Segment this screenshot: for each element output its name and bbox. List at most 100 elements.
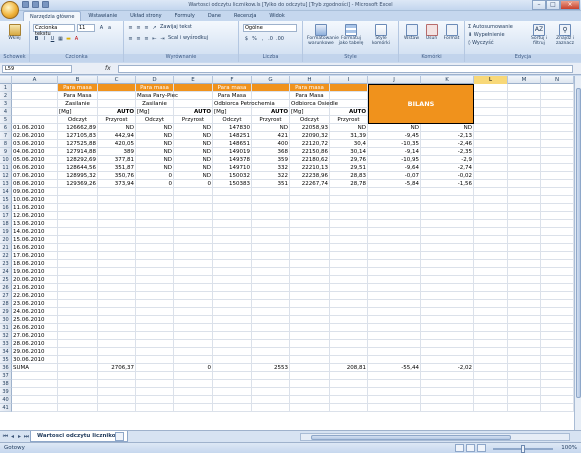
- cell-n4[interactable]: [541, 108, 574, 116]
- cell-a11[interactable]: 06.06.2010: [12, 164, 58, 172]
- cell-m11[interactable]: [508, 164, 541, 172]
- cell-e16[interactable]: [174, 204, 213, 212]
- column-header-a[interactable]: A: [12, 76, 58, 84]
- cell-h36[interactable]: [290, 364, 330, 372]
- font-size-select[interactable]: 11: [77, 24, 95, 32]
- cell-k36[interactable]: -2,02: [421, 364, 474, 372]
- tab-formulas[interactable]: Formuły: [169, 11, 201, 21]
- column-header-k[interactable]: K: [421, 76, 474, 84]
- cell-i6[interactable]: ND: [330, 124, 368, 132]
- cell-n28[interactable]: [541, 300, 574, 308]
- row-header[interactable]: 36: [0, 364, 12, 372]
- cell-l5[interactable]: [474, 116, 508, 124]
- cell-d16[interactable]: [136, 204, 174, 212]
- wrap-text-button[interactable]: Zawijaj tekst: [160, 24, 192, 30]
- cell-c2[interactable]: [98, 92, 136, 100]
- cell-k39[interactable]: [421, 388, 474, 396]
- cell-h15[interactable]: [290, 196, 330, 204]
- cell-i1[interactable]: [330, 84, 368, 92]
- cell-d34[interactable]: [136, 348, 174, 356]
- cell-j34[interactable]: [368, 348, 421, 356]
- cell-m15[interactable]: [508, 196, 541, 204]
- cell-e12[interactable]: ND: [174, 172, 213, 180]
- cell-l41[interactable]: [474, 404, 508, 412]
- cell-l22[interactable]: [474, 252, 508, 260]
- tab-home[interactable]: Narzędzia główne: [23, 11, 82, 21]
- find-select-button[interactable]: ⚲ Znajdź i zaznacz: [553, 23, 577, 46]
- cell-j38[interactable]: [368, 380, 421, 388]
- cell-e35[interactable]: [174, 356, 213, 364]
- cell-m6[interactable]: [508, 124, 541, 132]
- cell-h32[interactable]: [290, 332, 330, 340]
- paste-button[interactable]: Wklej: [2, 36, 27, 41]
- cell-k30[interactable]: [421, 316, 474, 324]
- cell-k12[interactable]: -0,02: [421, 172, 474, 180]
- row-header[interactable]: 41: [0, 404, 12, 412]
- cell-j11[interactable]: -9,64: [368, 164, 421, 172]
- cell-h19[interactable]: [290, 228, 330, 236]
- cell-f10[interactable]: 149378: [213, 156, 252, 164]
- cell-j26[interactable]: [368, 284, 421, 292]
- cell-a18[interactable]: 13.06.2010: [12, 220, 58, 228]
- row-header[interactable]: 19: [0, 228, 12, 236]
- cell-l16[interactable]: [474, 204, 508, 212]
- cell-n25[interactable]: [541, 276, 574, 284]
- cell-m23[interactable]: [508, 260, 541, 268]
- autosum-button[interactable]: Σ Autosumowanie: [468, 23, 513, 31]
- cell-l2[interactable]: [474, 92, 508, 100]
- cell-m40[interactable]: [508, 396, 541, 404]
- cell-e28[interactable]: [174, 300, 213, 308]
- column-header-g[interactable]: G: [252, 76, 290, 84]
- cell-m24[interactable]: [508, 268, 541, 276]
- cell-m33[interactable]: [508, 340, 541, 348]
- cell-g13[interactable]: 351: [252, 180, 290, 188]
- cell-e37[interactable]: [174, 372, 213, 380]
- cell-n32[interactable]: [541, 332, 574, 340]
- row-header[interactable]: 22: [0, 252, 12, 260]
- cell-j35[interactable]: [368, 356, 421, 364]
- cell-f12[interactable]: 150032: [213, 172, 252, 180]
- cell-j25[interactable]: [368, 276, 421, 284]
- insert-cells-button[interactable]: Wstaw: [402, 23, 421, 41]
- cell-m25[interactable]: [508, 276, 541, 284]
- cell-n16[interactable]: [541, 204, 574, 212]
- cell-i31[interactable]: [330, 324, 368, 332]
- cell-c27[interactable]: [98, 292, 136, 300]
- cell-h33[interactable]: [290, 340, 330, 348]
- row-header[interactable]: 14: [0, 188, 12, 196]
- prev-sheet-icon[interactable]: ◂: [9, 433, 16, 441]
- cell-g38[interactable]: [252, 380, 290, 388]
- cell-k15[interactable]: [421, 196, 474, 204]
- row-header[interactable]: 11: [0, 164, 12, 172]
- cell-d7[interactable]: ND: [136, 132, 174, 140]
- row-header[interactable]: 34: [0, 348, 12, 356]
- cell-f19[interactable]: [213, 228, 252, 236]
- cell-a35[interactable]: 30.06.2010: [12, 356, 58, 364]
- cell-h11[interactable]: 22210,13: [290, 164, 330, 172]
- cell-k17[interactable]: [421, 212, 474, 220]
- align-middle-icon[interactable]: ≡: [135, 24, 142, 31]
- cell-k16[interactable]: [421, 204, 474, 212]
- cell-n12[interactable]: [541, 172, 574, 180]
- cell-l9[interactable]: [474, 148, 508, 156]
- cell-styles-button[interactable]: Style komórki: [367, 23, 395, 46]
- cell-h12[interactable]: 22238,96: [290, 172, 330, 180]
- cell-m21[interactable]: [508, 244, 541, 252]
- cell-i18[interactable]: [330, 220, 368, 228]
- tab-insert[interactable]: Wstawianie: [82, 11, 123, 21]
- cell-m10[interactable]: [508, 156, 541, 164]
- sort-filter-button[interactable]: AZ Sortuj i filtruj: [527, 23, 551, 46]
- cell-j22[interactable]: [368, 252, 421, 260]
- cell-l33[interactable]: [474, 340, 508, 348]
- cell-d24[interactable]: [136, 268, 174, 276]
- cell-b37[interactable]: [58, 372, 98, 380]
- cell-a33[interactable]: 28.06.2010: [12, 340, 58, 348]
- cell-i24[interactable]: [330, 268, 368, 276]
- cell-g4[interactable]: AUTO: [252, 108, 290, 116]
- cell-d27[interactable]: [136, 292, 174, 300]
- cell-g17[interactable]: [252, 212, 290, 220]
- cell-n2[interactable]: [541, 92, 574, 100]
- cell-f30[interactable]: [213, 316, 252, 324]
- cell-g22[interactable]: [252, 252, 290, 260]
- cell-i27[interactable]: [330, 292, 368, 300]
